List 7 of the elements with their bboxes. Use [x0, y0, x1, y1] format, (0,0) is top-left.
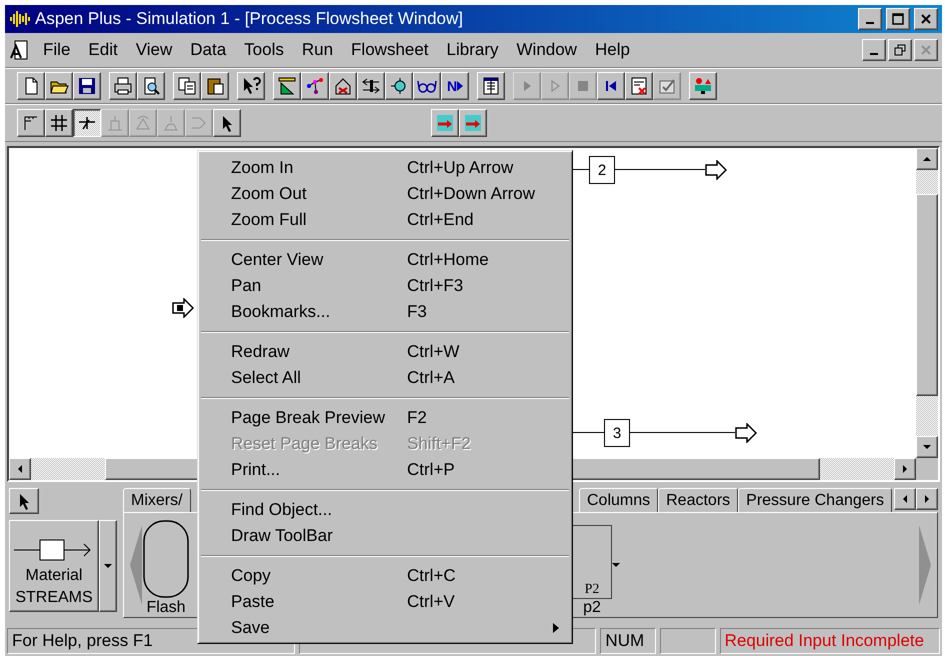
window-title: Aspen Plus - Simulation 1 - [Process Flowsheet Window] — [35, 9, 464, 29]
model-label: p2 — [583, 599, 601, 617]
stream-label: 2 — [589, 156, 615, 184]
status-message: Required Input Incomplete — [720, 628, 940, 654]
num-lock-indicator: NUM — [600, 628, 656, 654]
model-label: Flash — [146, 599, 186, 617]
stream-label: 3 — [604, 419, 630, 447]
